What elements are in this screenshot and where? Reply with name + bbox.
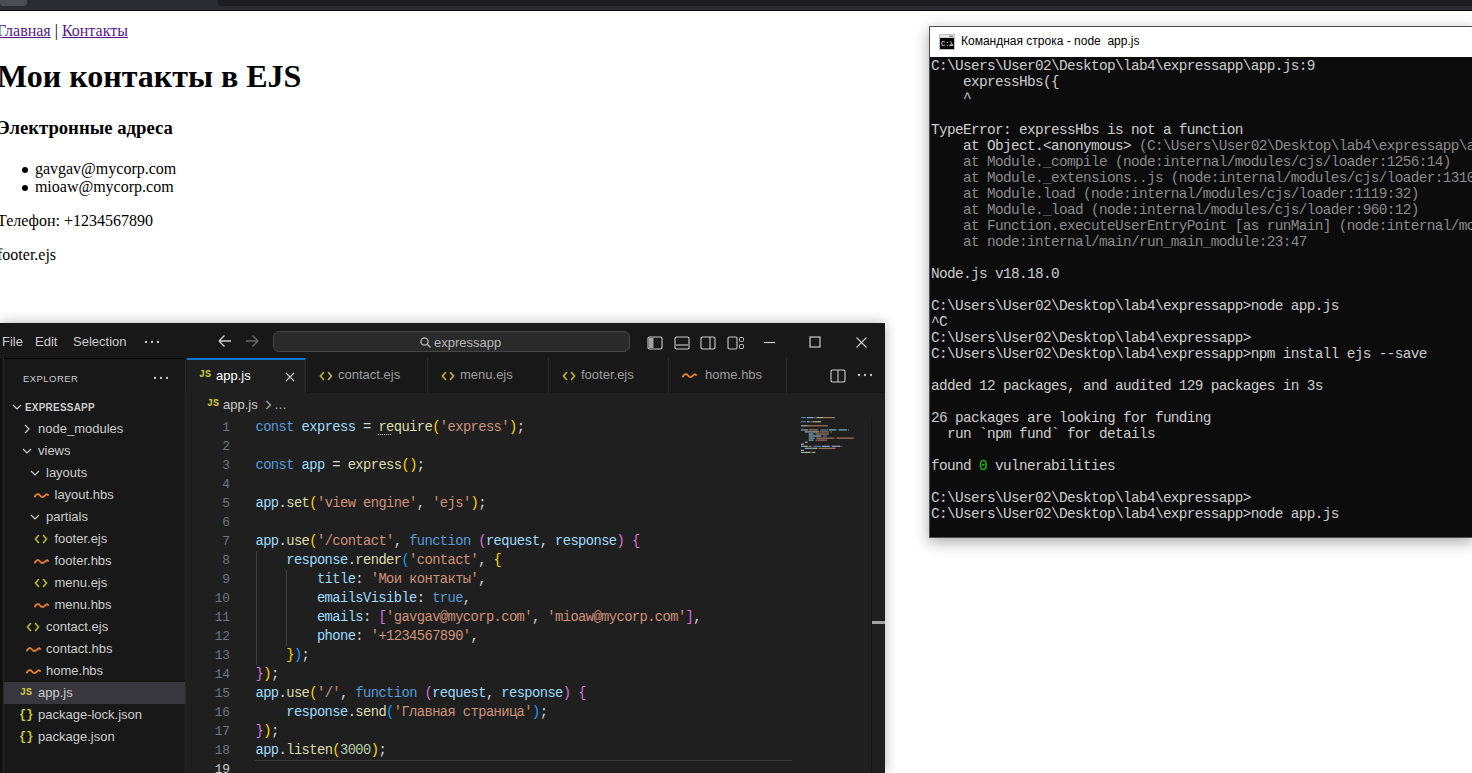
svg-text:C:\: C:\ <box>941 40 954 48</box>
